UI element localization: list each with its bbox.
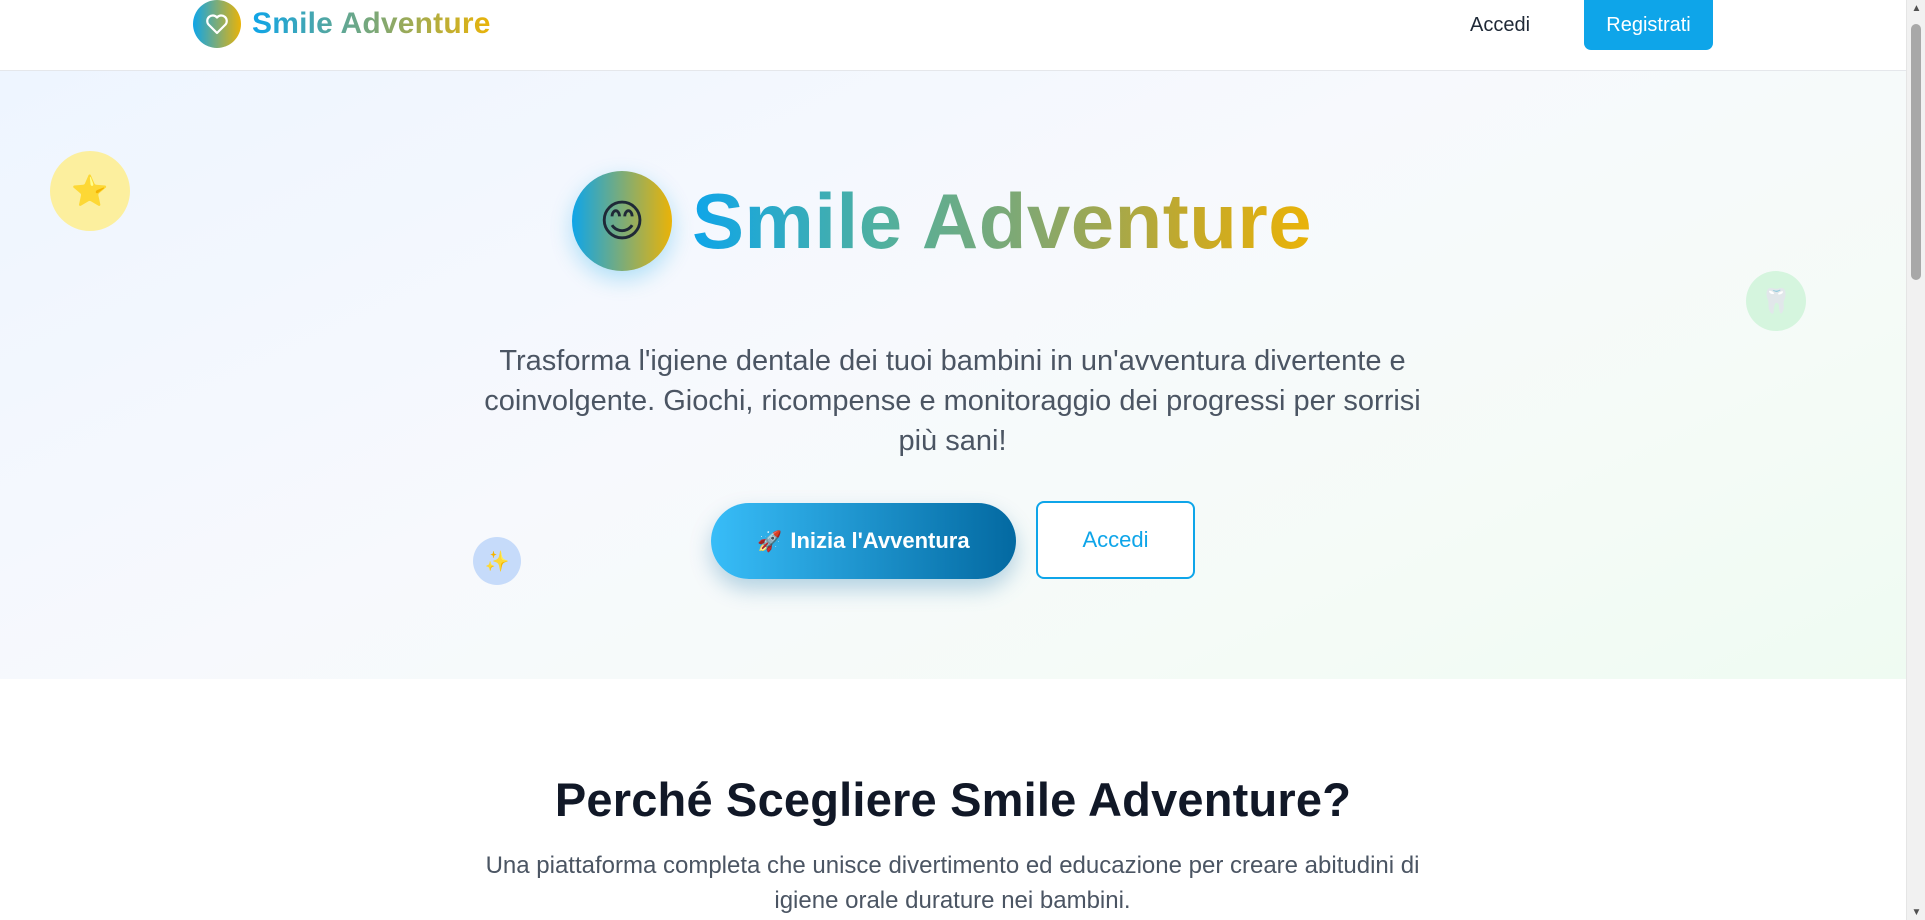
hero-login-button[interactable]: Accedi (1036, 501, 1195, 579)
heart-icon (193, 0, 241, 48)
why-section-subtitle: Una piattaforma completa che unisce dive… (485, 852, 1420, 914)
tooth-icon: 🦷 (1746, 271, 1806, 331)
rocket-icon: 🚀 (757, 530, 783, 553)
nav-login-link[interactable]: Accedi (1470, 10, 1530, 40)
why-section-title: Perché Scegliere Smile Adventure? (554, 773, 1352, 826)
nav-signup-button[interactable]: Registrati (1584, 0, 1713, 50)
hero-subtitle: Trasforma l'igiene dentale dei tuoi bamb… (484, 345, 1421, 457)
hero-section: ⭐ 🦷 ✨ 😊 Smile Adventure Trasforma l'igie… (0, 71, 1906, 679)
scroll-down-arrow-icon[interactable]: ▼ (1907, 904, 1925, 920)
page: Smile Adventure Accedi Registrati ⭐ 🦷 ✨ … (0, 0, 1906, 920)
smiley-icon: 😊 (572, 171, 672, 271)
start-adventure-button[interactable]: 🚀 Inizia l'Avventura (711, 503, 1016, 579)
hero-title-row: 😊 Smile Adventure (572, 171, 1312, 271)
top-nav: Smile Adventure Accedi Registrati (0, 0, 1906, 71)
scroll-up-arrow-icon[interactable]: ▲ (1907, 0, 1925, 16)
brand-logo[interactable]: Smile Adventure (193, 0, 491, 48)
scrollbar-thumb[interactable] (1911, 24, 1921, 280)
start-adventure-label: Inizia l'Avventura (790, 528, 970, 553)
sparkle-icon: ✨ (473, 537, 521, 585)
brand-name: Smile Adventure (252, 7, 491, 40)
star-icon: ⭐ (50, 151, 130, 231)
hero-title: Smile Adventure (692, 176, 1313, 265)
vertical-scrollbar[interactable]: ▲ ▼ (1906, 0, 1925, 920)
